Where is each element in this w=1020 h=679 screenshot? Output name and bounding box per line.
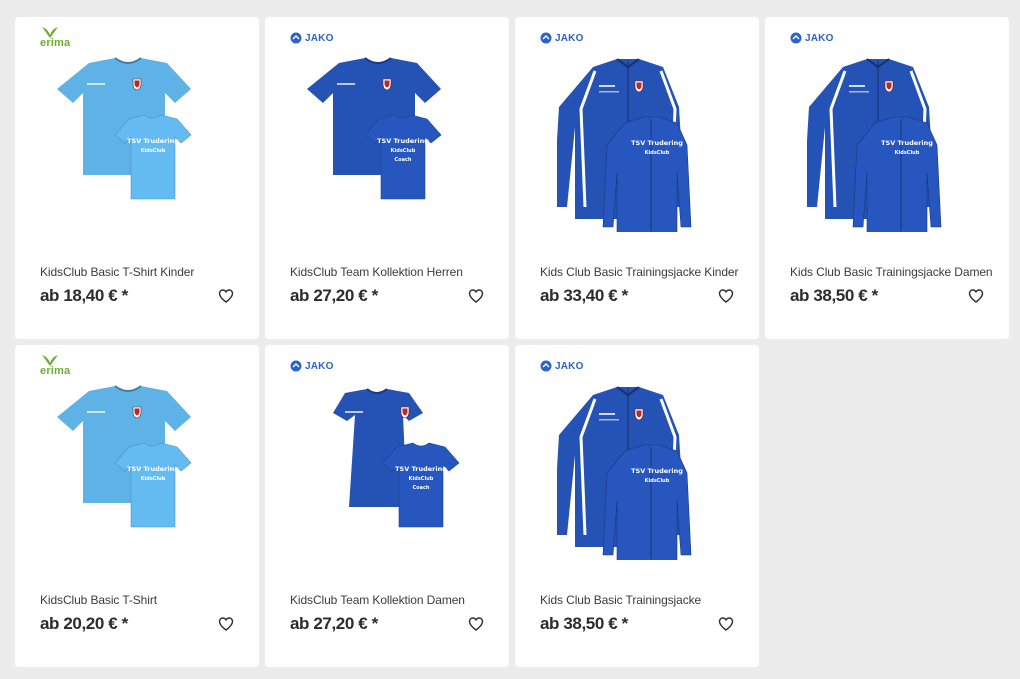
product-name[interactable]: KidsClub Team Kollektion Herren xyxy=(290,265,463,279)
print-text: TSV Trudering xyxy=(881,139,933,147)
brand-logo: JAKO xyxy=(540,359,584,373)
product-image[interactable]: TSV Trudering KidsClub xyxy=(57,57,217,232)
wishlist-heart-icon[interactable] xyxy=(468,616,484,632)
product-name[interactable]: Kids Club Basic Trainingsjacke Damen xyxy=(790,265,993,279)
product-image[interactable]: TSV Trudering KidsClub xyxy=(57,385,217,560)
brand-logo: JAKO xyxy=(540,31,584,45)
brand-logo: JAKO xyxy=(790,31,834,45)
product-card-7[interactable]: JAKO TSV Trudering KidsClub Kids Club Bas… xyxy=(515,345,759,667)
wishlist-heart-icon[interactable] xyxy=(718,616,734,632)
wishlist-heart-icon[interactable] xyxy=(968,288,984,304)
print-text: Coach xyxy=(394,157,411,163)
product-card-4[interactable]: JAKO TSV Trudering KidsClub Kids Club Bas… xyxy=(765,17,1009,339)
brand-name: JAKO xyxy=(805,32,834,44)
product-image[interactable]: TSV Trudering KidsClub Coach xyxy=(307,385,467,560)
product-name[interactable]: KidsClub Team Kollektion Damen xyxy=(290,593,465,607)
print-text: TSV Trudering xyxy=(631,467,683,475)
print-text: TSV Trudering xyxy=(127,137,179,145)
product-price: ab 20,20 € * xyxy=(40,614,128,633)
product-name[interactable]: Kids Club Basic Trainingsjacke Kinder xyxy=(540,265,739,279)
product-name[interactable]: KidsClub Basic T-Shirt xyxy=(40,593,157,607)
product-price: ab 38,50 € * xyxy=(790,286,878,305)
jako-emblem-icon xyxy=(540,32,552,44)
brand-logo: erima xyxy=(40,353,70,383)
product-card-1[interactable]: erima TSV Trudering KidsClub KidsClub Bas… xyxy=(15,17,259,339)
print-text: TSV Trudering xyxy=(631,139,683,147)
print-text: KidsClub xyxy=(895,150,920,156)
print-text: Coach xyxy=(412,485,429,491)
brand-name: JAKO xyxy=(555,32,584,44)
product-price: ab 27,20 € * xyxy=(290,286,378,305)
print-text: KidsClub xyxy=(391,148,416,154)
print-text: TSV Trudering xyxy=(395,465,447,473)
product-card-5[interactable]: erima TSV Trudering KidsClub KidsClub Bas… xyxy=(15,345,259,667)
product-price: ab 18,40 € * xyxy=(40,286,128,305)
product-price: ab 27,20 € * xyxy=(290,614,378,633)
wishlist-heart-icon[interactable] xyxy=(218,288,234,304)
print-text: KidsClub xyxy=(141,476,166,482)
product-card-2[interactable]: JAKO TSV Trudering KidsClub Coach KidsClub… xyxy=(265,17,509,339)
brand-name: JAKO xyxy=(555,360,584,372)
jako-emblem-icon xyxy=(790,32,802,44)
brand-name: erima xyxy=(40,365,71,377)
print-text: KidsClub xyxy=(645,150,670,156)
product-grid: erima TSV Trudering KidsClub KidsClub Bas… xyxy=(15,17,1009,667)
jako-emblem-icon xyxy=(540,360,552,372)
product-image[interactable]: TSV Trudering KidsClub xyxy=(557,57,717,232)
brand-name: erima xyxy=(40,37,71,49)
brand-logo: erima xyxy=(40,25,70,55)
product-image[interactable]: TSV Trudering KidsClub xyxy=(807,57,967,232)
product-card-3[interactable]: JAKO TSV Trudering KidsClub Kids Club Bas… xyxy=(515,17,759,339)
brand-name: JAKO xyxy=(305,360,334,372)
product-name[interactable]: Kids Club Basic Trainingsjacke xyxy=(540,593,701,607)
product-card-6[interactable]: JAKO TSV Trudering KidsClub Coach KidsClub… xyxy=(265,345,509,667)
jako-emblem-icon xyxy=(290,32,302,44)
print-text: KidsClub xyxy=(409,476,434,482)
print-text: TSV Trudering xyxy=(377,137,429,145)
print-text: KidsClub xyxy=(645,478,670,484)
product-name[interactable]: KidsClub Basic T-Shirt Kinder xyxy=(40,265,194,279)
brand-logo: JAKO xyxy=(290,359,334,373)
product-price: ab 38,50 € * xyxy=(540,614,628,633)
wishlist-heart-icon[interactable] xyxy=(718,288,734,304)
product-image[interactable]: TSV Trudering KidsClub xyxy=(557,385,717,560)
jako-emblem-icon xyxy=(290,360,302,372)
wishlist-heart-icon[interactable] xyxy=(218,616,234,632)
print-text: TSV Trudering xyxy=(127,465,179,473)
product-image[interactable]: TSV Trudering KidsClub Coach xyxy=(307,57,467,232)
brand-logo: JAKO xyxy=(290,31,334,45)
product-price: ab 33,40 € * xyxy=(540,286,628,305)
wishlist-heart-icon[interactable] xyxy=(468,288,484,304)
brand-name: JAKO xyxy=(305,32,334,44)
print-text: KidsClub xyxy=(141,148,166,154)
